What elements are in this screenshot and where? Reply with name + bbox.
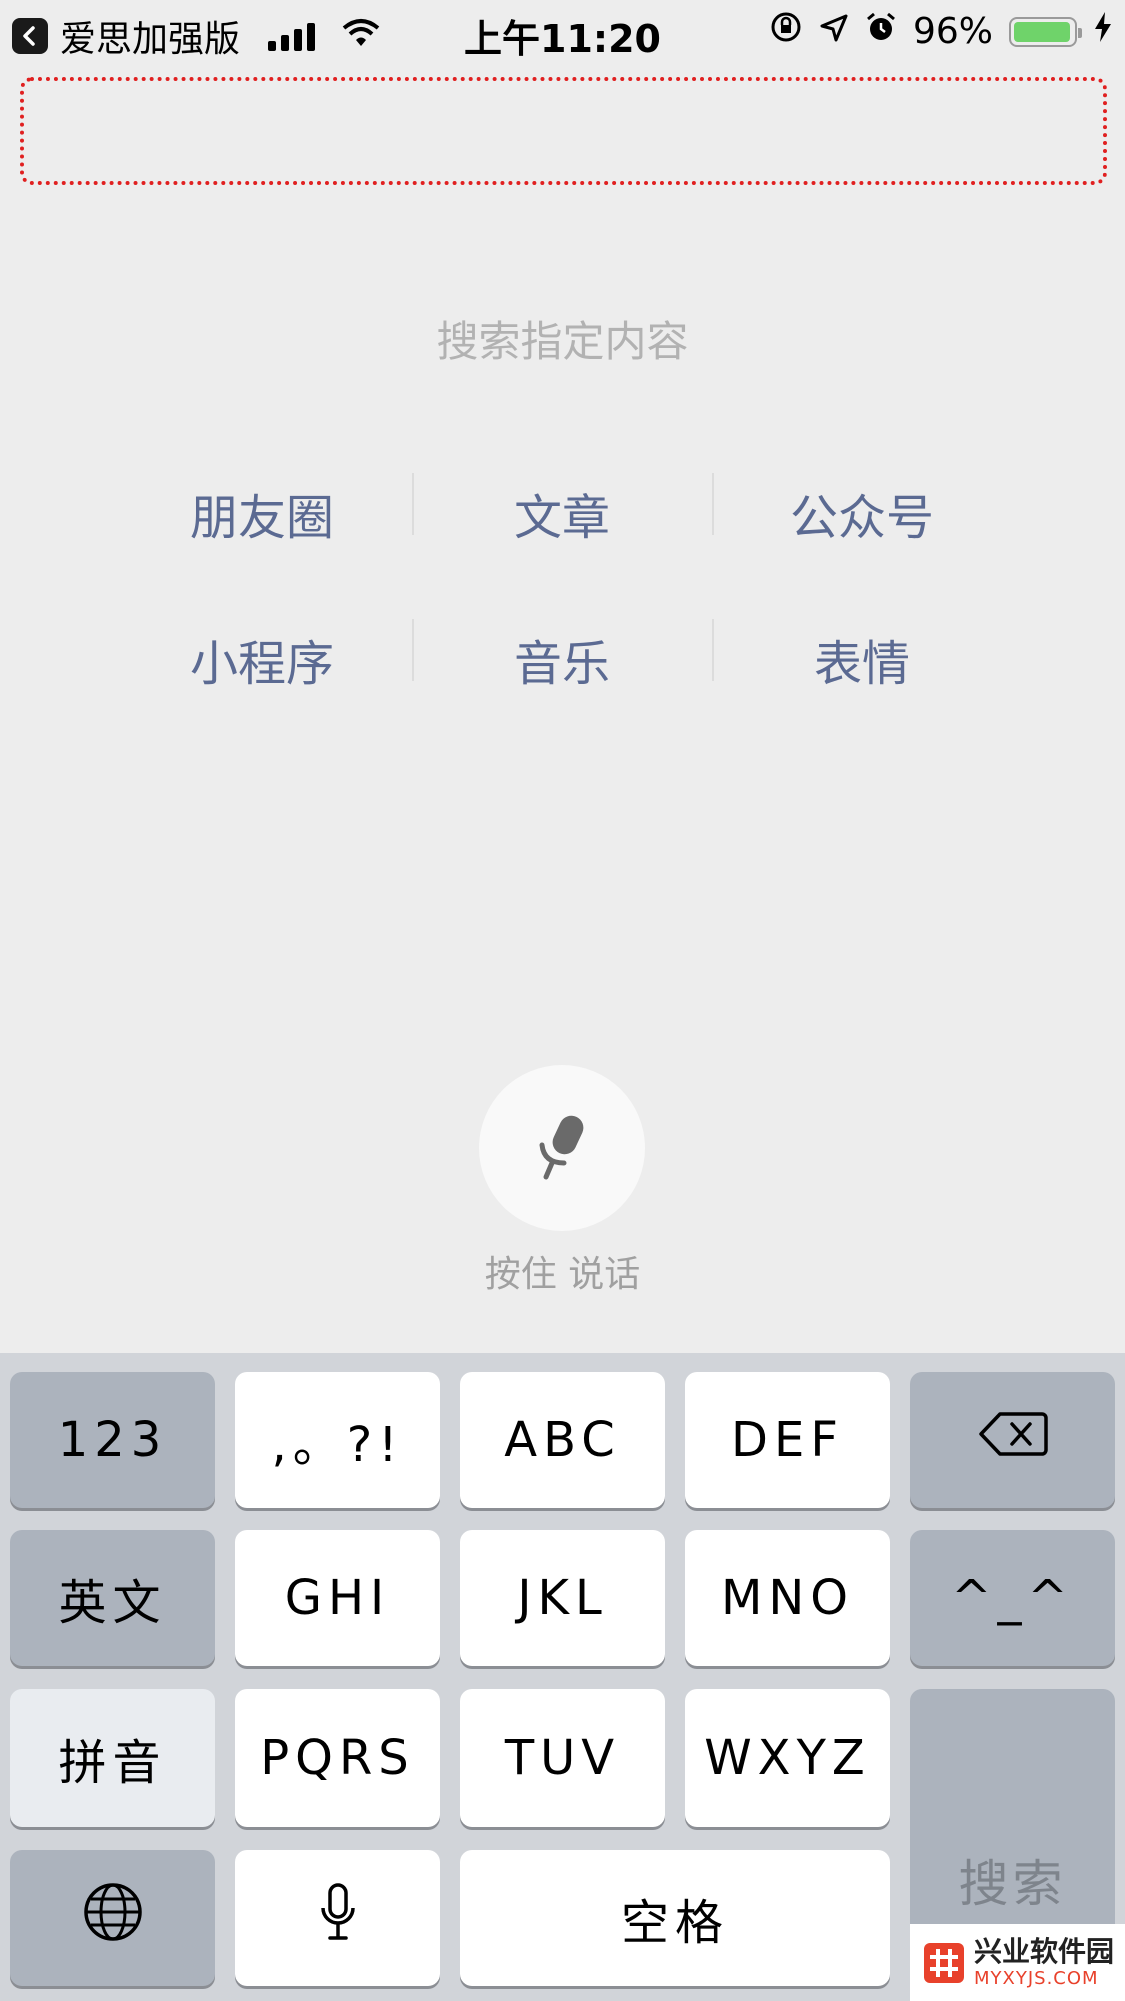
search-category-grid: 朋友圈 文章 公众号 小程序 音乐 表情 bbox=[112, 440, 1012, 732]
category-articles[interactable]: 文章 bbox=[412, 440, 712, 586]
key-backspace[interactable] bbox=[910, 1372, 1115, 1508]
category-official-accounts[interactable]: 公众号 bbox=[712, 440, 1012, 586]
key-pinyin[interactable]: 拼音 bbox=[10, 1689, 215, 1827]
key-english[interactable]: 英文 bbox=[10, 1530, 215, 1666]
key-space[interactable]: 空格 bbox=[460, 1850, 890, 1986]
category-mini-programs[interactable]: 小程序 bbox=[112, 586, 412, 732]
key-punctuation[interactable]: ,。?! bbox=[235, 1372, 440, 1508]
watermark-url: MYXYJS.COM bbox=[974, 1967, 1099, 1989]
category-moments[interactable]: 朋友圈 bbox=[112, 440, 412, 586]
site-watermark: 兴业软件园 MYXYJS.COM bbox=[910, 1924, 1125, 2001]
key-jkl[interactable]: JKL bbox=[460, 1530, 665, 1666]
status-right: 96% bbox=[769, 10, 1113, 53]
key-mno[interactable]: MNO bbox=[685, 1530, 890, 1666]
key-emoticon[interactable]: ^_^ bbox=[910, 1530, 1115, 1666]
key-wxyz[interactable]: WXYZ bbox=[685, 1689, 890, 1827]
microphone-icon bbox=[530, 1111, 594, 1185]
orientation-lock-icon bbox=[769, 10, 803, 53]
key-abc[interactable]: ABC bbox=[460, 1372, 665, 1508]
alarm-icon bbox=[865, 11, 897, 52]
voice-search-button[interactable] bbox=[479, 1065, 645, 1231]
search-input-area[interactable] bbox=[20, 77, 1107, 185]
key-tuv[interactable]: TUV bbox=[460, 1689, 665, 1827]
location-icon bbox=[819, 11, 849, 52]
key-pqrs[interactable]: PQRS bbox=[235, 1689, 440, 1827]
watermark-text: 兴业软件园 MYXYJS.COM bbox=[974, 1934, 1115, 1989]
wechat-search-screen: 爱思加强版 上午11:20 96% 搜索指定内容 朋友圈 文章 公众号 小程序 … bbox=[0, 0, 1125, 2001]
key-globe[interactable] bbox=[10, 1850, 215, 1986]
search-hint: 搜索指定内容 bbox=[436, 317, 689, 366]
key-ghi[interactable]: GHI bbox=[235, 1530, 440, 1666]
battery-percent: 96% bbox=[912, 11, 993, 52]
watermark-title: 兴业软件园 bbox=[974, 1934, 1115, 1968]
watermark-logo-icon bbox=[924, 1942, 964, 1983]
key-def[interactable]: DEF bbox=[685, 1372, 890, 1508]
keyboard: 123 ,。?! ABC DEF 英文 GHI JKL MNO ^_^ 拼音 P… bbox=[0, 1353, 1125, 2001]
key-123[interactable]: 123 bbox=[10, 1372, 215, 1508]
backspace-icon bbox=[978, 1410, 1048, 1470]
battery-fill bbox=[1014, 21, 1070, 42]
globe-icon bbox=[82, 1881, 144, 1955]
charging-icon bbox=[1093, 11, 1113, 52]
voice-hold-label: 按住 说话 bbox=[484, 1254, 641, 1295]
status-bar: 爱思加强版 上午11:20 96% bbox=[0, 0, 1125, 62]
key-voice[interactable] bbox=[235, 1850, 440, 1986]
keyboard-mic-icon bbox=[318, 1882, 358, 1954]
category-stickers[interactable]: 表情 bbox=[712, 586, 1012, 732]
battery-icon bbox=[1009, 16, 1082, 47]
category-music[interactable]: 音乐 bbox=[412, 586, 712, 732]
